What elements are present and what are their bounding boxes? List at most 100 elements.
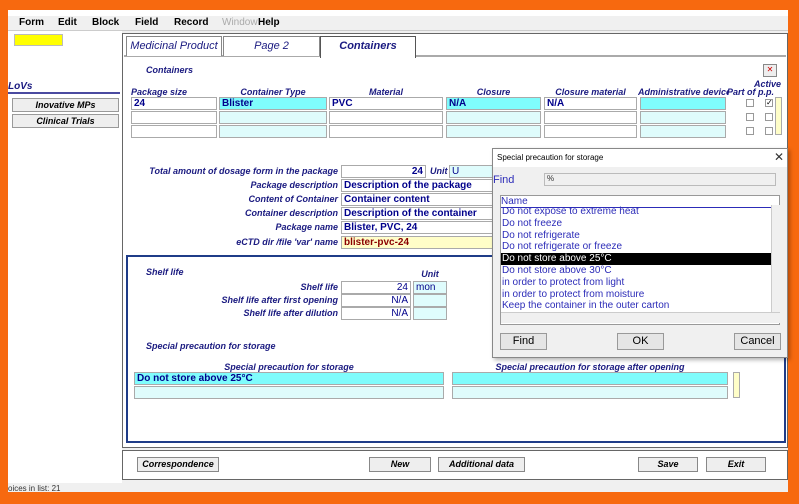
dialog-find-button[interactable]: Find	[500, 333, 547, 350]
list-vscrollbar[interactable]	[771, 205, 780, 313]
col-material: Material	[368, 87, 403, 97]
list-item[interactable]: Do not refrigerate or freeze	[501, 241, 771, 253]
col-closure: Closure	[476, 87, 511, 97]
active-checkbox[interactable]	[765, 113, 773, 121]
shelf-unit-field[interactable]	[413, 294, 447, 307]
part-of-checkbox[interactable]	[746, 127, 754, 135]
content-field[interactable]: Container content	[341, 193, 493, 206]
storage-field-empty[interactable]	[134, 386, 444, 399]
cell-container-type[interactable]	[219, 111, 327, 124]
menu-record[interactable]: Record	[174, 17, 208, 28]
clinical-trials-button[interactable]: Clinical Trials	[12, 114, 119, 128]
cell-admin-device[interactable]	[640, 97, 726, 110]
inovative-mps-button[interactable]: Inovative MPs	[12, 98, 119, 112]
part-of-checkbox[interactable]	[746, 113, 754, 121]
ectd-label: eCTD dir /file 'var' name	[236, 237, 338, 247]
tab-page-2[interactable]: Page 2	[223, 36, 320, 56]
new-button[interactable]: New	[369, 457, 431, 472]
storage-scrollbar[interactable]	[733, 372, 740, 398]
cell-package-size[interactable]	[131, 125, 217, 138]
storage-col1: Special precaution for storage	[224, 362, 354, 372]
cell-material[interactable]	[329, 125, 443, 138]
list-item[interactable]: Do not store above 30°C	[501, 265, 771, 277]
save-button[interactable]: Save	[638, 457, 698, 472]
unit-label: Unit	[430, 166, 448, 176]
list-item[interactable]: Do not expose to extreme heat	[501, 206, 771, 218]
containers-title: Containers	[146, 65, 194, 75]
shelf-life-title: Shelf life	[146, 267, 184, 277]
dialog-cancel-button[interactable]: Cancel	[734, 333, 781, 350]
shelf-row-label: Shelf life	[300, 282, 338, 292]
cell-package-size[interactable]	[131, 111, 217, 124]
menu-window: Window	[222, 17, 258, 28]
tab-containers[interactable]: Containers	[320, 36, 416, 58]
col-active: Active	[754, 79, 782, 89]
cell-admin-device[interactable]	[640, 125, 726, 138]
tab-medicinal-product[interactable]: Medicinal Product	[126, 36, 222, 56]
cell-material[interactable]: PVC	[329, 97, 443, 110]
unit-field[interactable]: U	[449, 165, 493, 178]
cell-closure-material[interactable]	[544, 125, 637, 138]
cell-closure[interactable]: N/A	[446, 97, 541, 110]
total-amount-label: Total amount of dosage form in the packa…	[149, 166, 338, 176]
ectd-field[interactable]: blister-pvc-24	[341, 236, 493, 249]
list-item[interactable]: in order to protect from light	[501, 277, 771, 289]
cell-material[interactable]	[329, 111, 443, 124]
close-icon[interactable]: ✕	[774, 150, 784, 164]
part-of-checkbox[interactable]	[746, 99, 754, 107]
divider	[8, 92, 120, 94]
menu-edit[interactable]: Edit	[58, 17, 77, 28]
content-label: Content of Container	[248, 194, 339, 204]
list-item[interactable]: in order to protect from moisture	[501, 289, 771, 301]
shelf-value-field[interactable]: 24	[341, 281, 411, 294]
shelf-value-field[interactable]: N/A	[341, 307, 411, 320]
menu-form[interactable]: Form	[19, 17, 44, 28]
cell-package-size[interactable]: 24	[131, 97, 217, 110]
status-text: oices in list: 21	[8, 484, 61, 493]
active-checkbox[interactable]: ✓	[765, 99, 773, 107]
correspondence-button[interactable]: Correspondence	[137, 457, 219, 472]
list-item[interactable]: Keep the container in the outer carton	[501, 300, 771, 312]
package-description-field[interactable]: Description of the package	[341, 179, 493, 192]
additional-data-button[interactable]: Additional data	[438, 457, 525, 472]
storage-title: Special precaution for storage	[146, 341, 276, 351]
list-item[interactable]: Do not store above 25°C	[501, 253, 771, 266]
delete-record-icon[interactable]: ✕	[763, 64, 777, 77]
shelf-value-field[interactable]: N/A	[341, 294, 411, 307]
storage-col2: Special precaution for storage after ope…	[495, 362, 685, 372]
cell-container-type[interactable]	[219, 125, 327, 138]
storage-field[interactable]: Do not store above 25°C	[134, 372, 444, 385]
storage-after-opening-field[interactable]	[452, 372, 728, 385]
shelf-unit-header: Unit	[421, 269, 439, 279]
col-admin-device: Administrative device	[638, 87, 728, 97]
shelf-unit-field[interactable]	[413, 307, 447, 320]
list-item[interactable]: Do not freeze	[501, 218, 771, 230]
package-name-label: Package name	[275, 222, 338, 232]
exit-button[interactable]: Exit	[706, 457, 766, 472]
active-checkbox[interactable]	[765, 127, 773, 135]
menu-help[interactable]: Help	[258, 17, 280, 28]
dialog-title: Special precaution for storage	[497, 153, 604, 162]
dialog-ok-button[interactable]: OK	[617, 333, 664, 350]
indicator-field	[14, 34, 63, 46]
total-amount-field[interactable]: 24	[341, 165, 426, 178]
col-container-type: Container Type	[240, 87, 306, 97]
container-description-field[interactable]: Description of the container	[341, 207, 493, 220]
cell-closure-material[interactable]: N/A	[544, 97, 637, 110]
col-package-size: Package size	[131, 87, 188, 97]
package-name-field[interactable]: Blister, PVC, 24	[341, 221, 493, 234]
storage-after-opening-field-empty[interactable]	[452, 386, 728, 399]
shelf-row-label: Shelf life after dilution	[243, 308, 338, 318]
cell-closure[interactable]	[446, 125, 541, 138]
find-input[interactable]: %	[544, 173, 776, 186]
cell-closure[interactable]	[446, 111, 541, 124]
menu-field[interactable]: Field	[135, 17, 158, 28]
list-item[interactable]: Do not refrigerate	[501, 230, 771, 242]
shelf-unit-field[interactable]: mon	[413, 281, 447, 294]
cell-admin-device[interactable]	[640, 111, 726, 124]
cell-closure-material[interactable]	[544, 111, 637, 124]
list-hscrollbar[interactable]	[501, 312, 780, 323]
menu-block[interactable]: Block	[92, 17, 119, 28]
containers-scrollbar[interactable]	[775, 97, 782, 135]
cell-container-type[interactable]: Blister	[219, 97, 327, 110]
